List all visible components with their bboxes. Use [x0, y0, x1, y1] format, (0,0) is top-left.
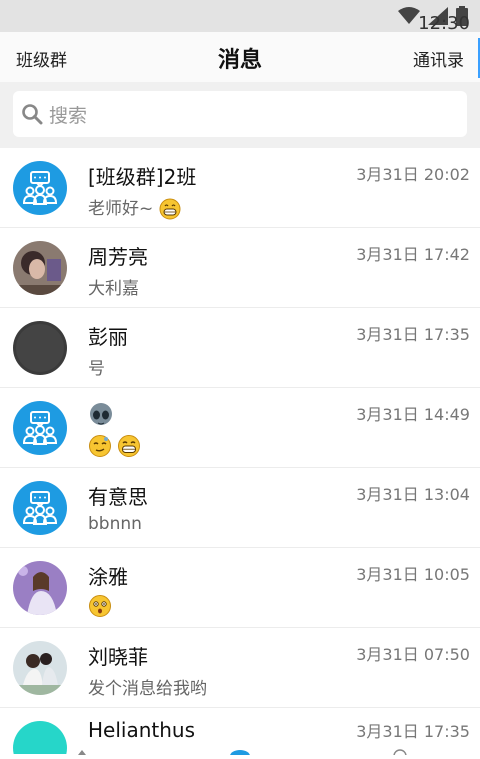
bottom-nav-fragment — [0, 740, 480, 759]
avatar-photo — [13, 641, 67, 695]
surprised-emoji-icon — [89, 595, 111, 617]
search-icon — [22, 104, 43, 125]
page-title: 消息 — [217, 48, 262, 73]
avatar-photo — [13, 321, 67, 375]
conversation-row[interactable]: 3月31日 14:49 — [0, 388, 480, 468]
search-placeholder: 搜索 — [49, 104, 88, 127]
user-avatar — [13, 641, 67, 695]
conversation-time: 3月31日 17:35 — [356, 325, 470, 344]
conversation-time: 3月31日 20:02 — [356, 165, 470, 184]
smug-emoji-icon — [89, 435, 111, 457]
conversation-time: 3月31日 17:35 — [356, 722, 470, 741]
search-area: 搜索 — [0, 82, 480, 148]
conversation-time: 3月31日 07:50 — [356, 645, 470, 664]
search-input[interactable]: 搜索 — [13, 91, 467, 137]
conversation-time: 3月31日 17:42 — [356, 245, 470, 264]
preview-text: 老师好~ — [88, 199, 154, 219]
preview-text: 发个消息给我哟 — [88, 679, 207, 699]
conversation-time: 3月31日 14:49 — [356, 405, 470, 424]
conversation-time: 3月31日 13:04 — [356, 485, 470, 504]
group-chat-icon — [22, 411, 58, 445]
avatar-photo — [13, 241, 67, 295]
conversation-name: 刘晓菲 — [88, 645, 148, 669]
user-avatar — [13, 561, 67, 615]
alien-emoji-icon — [90, 402, 112, 425]
bottom-nav-icons — [78, 749, 407, 759]
conversation-row[interactable]: 刘晓菲 发个消息给我哟 3月31日 07:50 — [0, 628, 480, 708]
conversation-row[interactable]: 周芳亮 大利嘉 3月31日 17:42 — [0, 228, 480, 308]
conversation-name: [班级群]2班 — [88, 165, 197, 189]
group-avatar — [13, 481, 67, 535]
user-avatar — [13, 241, 67, 295]
user-avatar — [13, 321, 67, 375]
group-avatar — [13, 161, 67, 215]
contacts-tab[interactable]: 通讯录 — [413, 46, 464, 71]
group-chat-icon — [22, 171, 58, 205]
conversation-list: [班级群]2班 老师好~ 3月31日 20:02 周芳亮 大利嘉 3月31日 1… — [0, 148, 480, 754]
conversation-time: 3月31日 10:05 — [356, 565, 470, 584]
conversation-row[interactable]: 有意思 bbnnn 3月31日 13:04 — [0, 468, 480, 548]
preview-text: 大利嘉 — [88, 279, 139, 299]
preview-text: bbnnn — [88, 514, 142, 534]
conversation-name — [88, 401, 114, 428]
status-time: 12:30 — [418, 13, 470, 34]
conversation-row[interactable]: [班级群]2班 老师好~ 3月31日 20:02 — [0, 148, 480, 228]
conversation-preview: 老师好~ — [88, 194, 181, 220]
conversation-name: 有意思 — [88, 485, 148, 509]
conversation-preview — [88, 434, 141, 458]
wifi-icon — [398, 7, 420, 24]
conversation-name: Helianthus — [88, 718, 196, 742]
group-avatar — [13, 401, 67, 455]
conversation-row[interactable]: 涂雅 3月31日 10:05 — [0, 548, 480, 628]
group-chat-icon — [22, 491, 58, 525]
top-bar: 班级群 消息 通讯录 — [0, 32, 480, 82]
preview-text: 号 — [88, 359, 105, 379]
conversation-name: 周芳亮 — [88, 245, 148, 269]
avatar-photo — [13, 561, 67, 615]
status-bar: 12:30 — [0, 0, 480, 34]
grin-emoji-icon — [118, 435, 141, 457]
conversation-name: 彭丽 — [88, 325, 128, 349]
conversation-preview — [88, 594, 112, 618]
grin-emoji-icon — [159, 198, 181, 220]
conversation-row[interactable]: 彭丽 号 3月31日 17:35 — [0, 308, 480, 388]
conversation-name: 涂雅 — [88, 565, 128, 589]
